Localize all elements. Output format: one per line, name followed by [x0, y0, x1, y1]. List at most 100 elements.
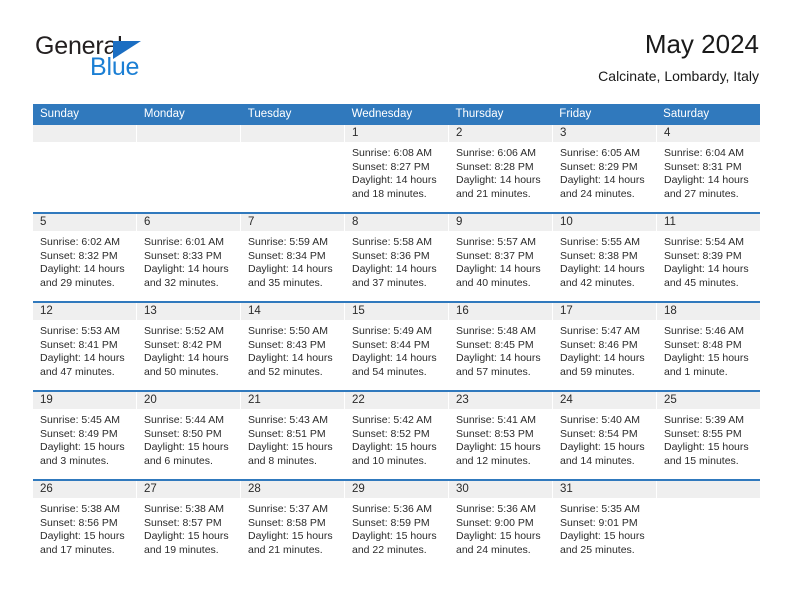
sunset-text: Sunset: 8:50 PM [144, 427, 222, 440]
day-cell[interactable]: 27 Sunrise: 5:38 AM Sunset: 8:57 PM Dayligh… [137, 481, 241, 568]
day-cell[interactable]: 30 Sunrise: 5:36 AM Sunset: 9:00 PM Dayligh… [449, 481, 553, 568]
weekday-header-sunday: Sunday [40, 108, 80, 120]
day-cell[interactable]: 1 Sunrise: 6:08 AM Sunset: 8:27 PM Daylight… [345, 125, 449, 212]
page-title: May 2024 [644, 29, 759, 59]
day-number: 13 [137, 303, 240, 320]
day-cell[interactable]: 22 Sunrise: 5:42 AM Sunset: 8:52 PM Dayligh… [345, 392, 449, 479]
sunrise-text: Sunrise: 5:38 AM [144, 503, 224, 515]
sunset-text: Sunset: 8:54 PM [560, 427, 638, 440]
day-number: 23 [449, 392, 552, 409]
day-number: 20 [137, 392, 240, 409]
day-cell[interactable]: 29 Sunrise: 5:36 AM Sunset: 8:59 PM Dayligh… [345, 481, 449, 568]
sunrise-text: Sunrise: 5:47 AM [560, 325, 640, 337]
day-number: 15 [345, 303, 448, 320]
sunrise-text: Sunrise: 5:36 AM [456, 503, 536, 515]
day-cell[interactable]: 18 Sunrise: 5:46 AM Sunset: 8:48 PM Dayligh… [657, 303, 760, 390]
day-number: 9 [449, 214, 552, 231]
day-details: Sunrise: 5:45 AM Sunset: 8:49 PM Daylight:… [33, 409, 136, 468]
day-cell[interactable]: 28 Sunrise: 5:37 AM Sunset: 8:58 PM Dayligh… [241, 481, 345, 568]
day-cell[interactable]: 25 Sunrise: 5:39 AM Sunset: 8:55 PM Dayligh… [657, 392, 760, 479]
day-cell[interactable]: 13 Sunrise: 5:52 AM Sunset: 8:42 PM Dayligh… [137, 303, 241, 390]
daylight-text: Daylight: 14 hours and 21 minutes. [456, 174, 541, 200]
day-number: 22 [345, 392, 448, 409]
day-details: Sunrise: 5:46 AM Sunset: 8:48 PM Daylight:… [657, 320, 760, 379]
day-cell[interactable]: 6 Sunrise: 6:01 AM Sunset: 8:33 PM Daylight… [137, 214, 241, 301]
day-cell[interactable]: 2 Sunrise: 6:06 AM Sunset: 8:28 PM Daylight… [449, 125, 553, 212]
day-details: Sunrise: 5:36 AM Sunset: 8:59 PM Daylight:… [345, 498, 448, 557]
calendar-week-row: 26 Sunrise: 5:38 AM Sunset: 8:56 PM Dayligh… [33, 479, 760, 568]
daylight-text: Daylight: 15 hours and 3 minutes. [40, 441, 125, 467]
day-number: 16 [449, 303, 552, 320]
day-cell[interactable]: 4 Sunrise: 6:04 AM Sunset: 8:31 PM Daylight… [657, 125, 760, 212]
day-details: Sunrise: 5:54 AM Sunset: 8:39 PM Daylight:… [657, 231, 760, 290]
day-number: 14 [241, 303, 344, 320]
sunrise-text: Sunrise: 5:45 AM [40, 414, 120, 426]
daylight-text: Daylight: 15 hours and 14 minutes. [560, 441, 645, 467]
day-cell[interactable]: 10 Sunrise: 5:55 AM Sunset: 8:38 PM Dayligh… [553, 214, 657, 301]
sunset-text: Sunset: 9:00 PM [456, 516, 534, 529]
weekday-header-row: Sunday Monday Tuesday Wednesday Thursday… [33, 104, 760, 125]
sunrise-text: Sunrise: 5:54 AM [664, 236, 744, 248]
sunset-text: Sunset: 8:52 PM [352, 427, 430, 440]
day-cell-empty [657, 481, 760, 568]
day-cell[interactable]: 31 Sunrise: 5:35 AM Sunset: 9:01 PM Dayligh… [553, 481, 657, 568]
day-number: 5 [33, 214, 136, 231]
day-cell[interactable]: 7 Sunrise: 5:59 AM Sunset: 8:34 PM Daylight… [241, 214, 345, 301]
day-cell[interactable]: 5 Sunrise: 6:02 AM Sunset: 8:32 PM Daylight… [33, 214, 137, 301]
day-number: 25 [657, 392, 760, 409]
day-details: Sunrise: 5:55 AM Sunset: 8:38 PM Daylight:… [553, 231, 656, 290]
sunrise-text: Sunrise: 6:06 AM [456, 147, 536, 159]
day-cell[interactable]: 23 Sunrise: 5:41 AM Sunset: 8:53 PM Dayligh… [449, 392, 553, 479]
day-details: Sunrise: 5:35 AM Sunset: 9:01 PM Daylight:… [553, 498, 656, 557]
day-number: 2 [449, 125, 552, 142]
sunrise-text: Sunrise: 5:49 AM [352, 325, 432, 337]
day-cell[interactable]: 3 Sunrise: 6:05 AM Sunset: 8:29 PM Daylight… [553, 125, 657, 212]
day-details: Sunrise: 6:02 AM Sunset: 8:32 PM Daylight:… [33, 231, 136, 290]
day-cell[interactable]: 21 Sunrise: 5:43 AM Sunset: 8:51 PM Dayligh… [241, 392, 345, 479]
sunset-text: Sunset: 8:49 PM [40, 427, 118, 440]
day-details: Sunrise: 6:08 AM Sunset: 8:27 PM Daylight:… [345, 142, 448, 201]
day-number: 8 [345, 214, 448, 231]
day-number: 21 [241, 392, 344, 409]
day-details: Sunrise: 5:42 AM Sunset: 8:52 PM Daylight:… [345, 409, 448, 468]
daylight-text: Daylight: 14 hours and 54 minutes. [352, 352, 437, 378]
sunset-text: Sunset: 8:32 PM [40, 249, 118, 262]
day-cell[interactable]: 20 Sunrise: 5:44 AM Sunset: 8:50 PM Dayligh… [137, 392, 241, 479]
day-details: Sunrise: 5:40 AM Sunset: 8:54 PM Daylight:… [553, 409, 656, 468]
day-cell[interactable]: 8 Sunrise: 5:58 AM Sunset: 8:36 PM Daylight… [345, 214, 449, 301]
day-cell[interactable]: 12 Sunrise: 5:53 AM Sunset: 8:41 PM Dayligh… [33, 303, 137, 390]
day-cell[interactable]: 16 Sunrise: 5:48 AM Sunset: 8:45 PM Dayligh… [449, 303, 553, 390]
day-cell[interactable]: 15 Sunrise: 5:49 AM Sunset: 8:44 PM Dayligh… [345, 303, 449, 390]
calendar-weeks: 1 Sunrise: 6:08 AM Sunset: 8:27 PM Daylight… [33, 125, 760, 568]
sunrise-text: Sunrise: 5:37 AM [248, 503, 328, 515]
day-details: Sunrise: 5:47 AM Sunset: 8:46 PM Daylight:… [553, 320, 656, 379]
sunset-text: Sunset: 8:43 PM [248, 338, 326, 351]
day-cell-empty [33, 125, 137, 212]
sunset-text: Sunset: 8:42 PM [144, 338, 222, 351]
day-cell[interactable]: 17 Sunrise: 5:47 AM Sunset: 8:46 PM Dayligh… [553, 303, 657, 390]
day-number: 11 [657, 214, 760, 231]
page-subtitle: Calcinate, Lombardy, Italy [598, 68, 759, 84]
sunrise-text: Sunrise: 5:39 AM [664, 414, 744, 426]
weekday-header-wednesday: Wednesday [351, 108, 413, 120]
day-cell[interactable]: 11 Sunrise: 5:54 AM Sunset: 8:39 PM Dayligh… [657, 214, 760, 301]
sunrise-text: Sunrise: 5:57 AM [456, 236, 536, 248]
day-cell[interactable]: 24 Sunrise: 5:40 AM Sunset: 8:54 PM Dayligh… [553, 392, 657, 479]
sunrise-text: Sunrise: 5:48 AM [456, 325, 536, 337]
day-number: 1 [345, 125, 448, 142]
day-cell[interactable]: 14 Sunrise: 5:50 AM Sunset: 8:43 PM Dayligh… [241, 303, 345, 390]
daylight-text: Daylight: 14 hours and 24 minutes. [560, 174, 645, 200]
day-cell[interactable]: 9 Sunrise: 5:57 AM Sunset: 8:37 PM Daylight… [449, 214, 553, 301]
day-number: 30 [449, 481, 552, 498]
daylight-text: Daylight: 15 hours and 12 minutes. [456, 441, 541, 467]
title-block: May 2024 Calcinate, Lombardy, Italy [598, 28, 759, 86]
day-number: 3 [553, 125, 656, 142]
sunset-text: Sunset: 8:51 PM [248, 427, 326, 440]
day-number [33, 125, 136, 142]
sunrise-text: Sunrise: 5:46 AM [664, 325, 744, 337]
sunset-text: Sunset: 8:37 PM [456, 249, 534, 262]
day-cell-empty [137, 125, 241, 212]
day-cell[interactable]: 26 Sunrise: 5:38 AM Sunset: 8:56 PM Dayligh… [33, 481, 137, 568]
day-cell[interactable]: 19 Sunrise: 5:45 AM Sunset: 8:49 PM Dayligh… [33, 392, 137, 479]
sunrise-text: Sunrise: 5:58 AM [352, 236, 432, 248]
